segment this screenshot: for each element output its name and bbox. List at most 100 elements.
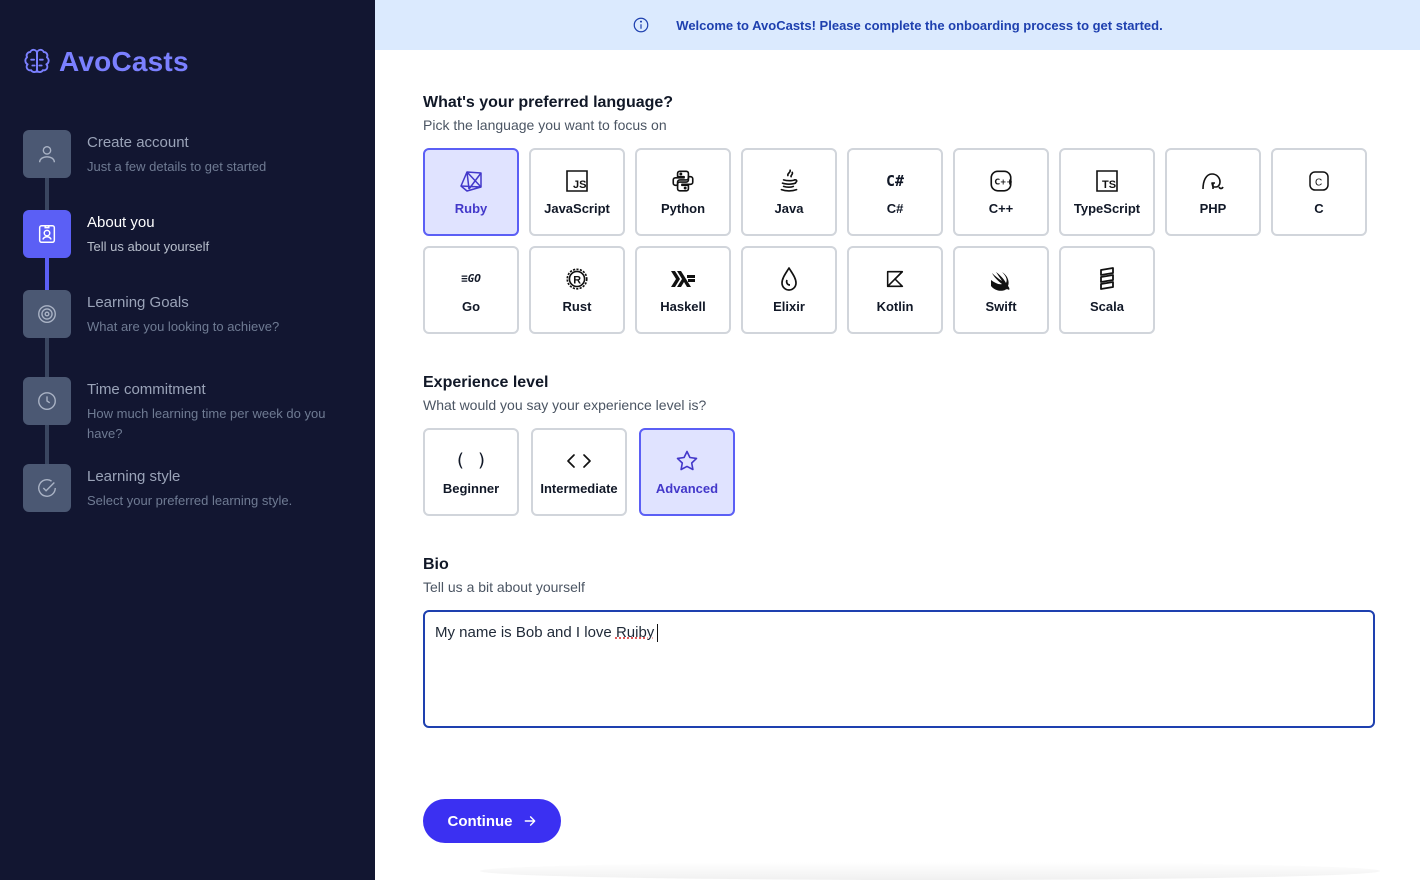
language-option-php[interactable]: PHP [1165,148,1261,236]
cpp-icon: C++ [990,169,1013,192]
card-label: Intermediate [540,480,618,496]
step-icon-box [23,377,71,425]
target-icon [38,305,56,323]
page-shadow [480,862,1380,880]
banner-text: Welcome to AvoCasts! Please complete the… [676,17,1163,33]
svg-text:JS: JS [573,179,586,191]
step-title: Time commitment [87,381,206,398]
step-title: About you [87,214,155,231]
card-label: C++ [988,200,1014,216]
card-label: Haskell [660,298,706,314]
continue-label: Continue [447,812,513,830]
bio-title: Bio [423,556,449,573]
user-icon [38,145,56,163]
svg-text:TS: TS [1102,179,1116,191]
id-badge-icon [38,225,56,243]
step-icon-box [23,464,71,512]
step-connector [45,338,49,377]
svg-text:C: C [1315,177,1322,188]
step-connector [45,178,49,210]
python-icon [672,169,694,192]
language-title: What's your preferred language? [423,94,674,111]
step-desc: Just a few details to get started [87,159,267,174]
card-label: TypeScript [1073,200,1141,216]
card-label: Rust [562,298,592,314]
experience-option-intermediate[interactable]: Intermediate [531,428,627,516]
c-icon: C [1309,170,1329,191]
svg-text:C++: C++ [995,177,1013,186]
experience-title: Experience level [423,374,549,391]
step-desc: How much learning time per week do you h… [87,406,326,441]
language-option-cpp[interactable]: C++ C++ [953,148,1049,236]
step-icon-box [23,210,71,258]
step-icon-box [23,130,71,178]
step-desc: Tell us about yourself [87,239,210,254]
typescript-icon: TS [1096,169,1118,192]
language-option-java[interactable]: Java [741,148,837,236]
card-label: Advanced [655,480,719,496]
card-label: Ruby [454,200,488,216]
php-icon [1202,172,1224,189]
sidebar: AvoCasts Create account Just a few detai… [0,0,375,880]
parentheses-icon: ( ) [454,450,488,471]
kotlin-icon [886,270,904,287]
arrow-right-icon [524,816,535,826]
language-option-typescript[interactable]: TS TypeScript [1059,148,1155,236]
language-option-csharp[interactable]: C# C# [847,148,943,236]
step-title: Learning style [87,468,181,485]
card-label: Scala [1090,298,1124,314]
card-label: Python [660,200,706,216]
language-option-kotlin[interactable]: Kotlin [847,246,943,334]
csharp-icon: C# [885,171,905,190]
card-label: C# [886,200,904,216]
app-name: AvoCasts [59,46,189,77]
step-connector [45,258,49,290]
experience-subtitle: What would you say your experience level… [423,397,707,413]
step-title: Learning Goals [87,294,189,311]
scala-icon [1100,266,1114,290]
step-title: Create account [87,134,189,151]
elixir-icon [781,266,797,291]
check-circle-icon [38,479,56,497]
step-desc: What are you looking to achieve? [87,319,280,334]
card-label: Java [774,200,804,216]
experience-option-advanced[interactable]: Advanced [639,428,735,516]
bio-text-value: My name is Bob and I love Ruiby [435,624,659,643]
language-option-go[interactable]: ≡GO Go [423,246,519,334]
text-caret [657,624,659,643]
card-label: Beginner [442,480,500,496]
language-option-c[interactable]: C C [1271,148,1367,236]
welcome-banner: Welcome to AvoCasts! Please complete the… [375,0,1420,50]
bio-text-prefix: My name is Bob and I love [435,624,616,641]
card-label: PHP [1199,200,1227,216]
card-label: C [1314,200,1324,216]
code-brackets-icon [567,453,591,468]
star-icon [676,450,698,470]
experience-option-beginner[interactable]: ( ) Beginner [423,428,519,516]
step-connector [45,425,49,464]
step-desc: Select your preferred learning style. [87,493,293,508]
logo[interactable]: AvoCasts [23,46,189,78]
java-icon [780,168,798,192]
language-option-python[interactable]: Python [635,148,731,236]
card-label: Elixir [773,298,805,314]
bio-subtitle: Tell us a bit about yourself [423,579,585,595]
language-subtitle: Pick the language you want to focus on [423,117,667,133]
language-option-elixir[interactable]: Elixir [741,246,837,334]
language-option-ruby[interactable]: Ruby [423,148,519,236]
brain-icon [24,48,50,73]
language-option-javascript[interactable]: JS JavaScript [529,148,625,236]
language-option-haskell[interactable]: Haskell [635,246,731,334]
rust-icon: R [566,267,588,290]
clock-icon [38,392,56,410]
swift-icon [991,271,1010,291]
misspelled-word: Ruiby [615,624,655,641]
language-option-scala[interactable]: Scala [1059,246,1155,334]
language-option-swift[interactable]: Swift [953,246,1049,334]
info-icon [633,17,649,33]
ruby-icon [460,170,482,192]
svg-text:R: R [573,274,581,286]
language-option-rust[interactable]: R Rust [529,246,625,334]
continue-button[interactable]: Continue [423,799,561,843]
go-icon: ≡GO [461,272,481,285]
